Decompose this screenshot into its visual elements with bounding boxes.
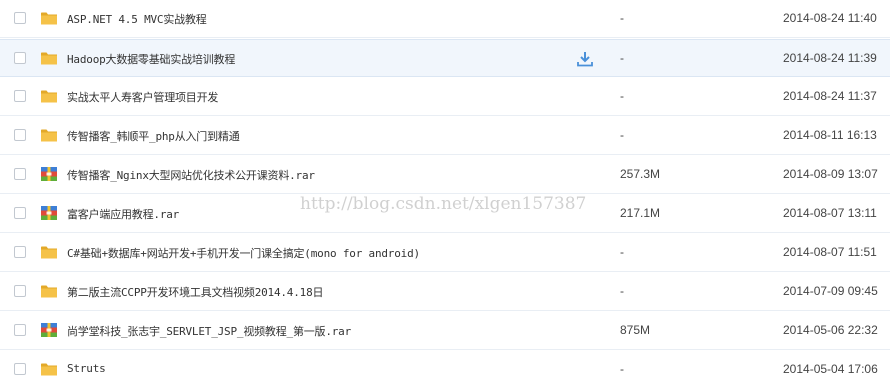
file-row[interactable]: ASP.NET 4.5 MVC实战教程 - 2014-08-24 11:40 xyxy=(0,0,890,38)
file-name[interactable]: 第二版主流CCPP开发环境工具文档视频2014.4.18日 xyxy=(67,284,323,300)
row-checkbox[interactable] xyxy=(14,246,26,258)
file-name[interactable]: 富客户端应用教程.rar xyxy=(67,206,179,222)
file-name[interactable]: 尚学堂科技_张志宇_SERVLET_JSP_视频教程_第一版.rar xyxy=(67,323,351,339)
row-checkbox[interactable] xyxy=(14,324,26,336)
file-name[interactable]: 传智播客_韩顺平_php从入门到精通 xyxy=(67,128,240,144)
folder-icon xyxy=(41,285,57,298)
file-date: 2014-07-09 09:45 xyxy=(783,284,878,298)
row-checkbox[interactable] xyxy=(14,363,26,375)
row-checkbox[interactable] xyxy=(14,285,26,297)
file-row[interactable]: 传智播客_韩顺平_php从入门到精通 - 2014-08-11 16:13 xyxy=(0,117,890,155)
row-checkbox[interactable] xyxy=(14,12,26,24)
row-checkbox[interactable] xyxy=(14,90,26,102)
file-name[interactable]: 实战太平人寿客户管理项目开发 xyxy=(67,89,218,105)
file-name[interactable]: 传智播客_Nginx大型网站优化技术公开课资料.rar xyxy=(67,167,315,183)
file-size: 875M xyxy=(620,323,651,337)
file-size: - xyxy=(620,89,624,103)
file-date: 2014-08-07 11:51 xyxy=(783,245,877,259)
folder-icon xyxy=(41,246,57,259)
file-row[interactable]: Struts - 2014-05-04 17:06 xyxy=(0,351,890,388)
file-list: ASP.NET 4.5 MVC实战教程 - 2014-08-24 11:40 H… xyxy=(0,0,890,388)
folder-icon xyxy=(41,52,57,65)
folder-icon xyxy=(41,363,57,376)
file-row[interactable]: 第二版主流CCPP开发环境工具文档视频2014.4.18日 - 2014-07-… xyxy=(0,273,890,311)
file-date: 2014-08-11 16:13 xyxy=(783,128,877,142)
file-row[interactable]: C#基础+数据库+网站开发+手机开发一门课全搞定(mono for androi… xyxy=(0,234,890,272)
row-checkbox[interactable] xyxy=(14,168,26,180)
folder-icon xyxy=(41,129,57,142)
download-icon[interactable] xyxy=(576,51,594,67)
row-checkbox[interactable] xyxy=(14,207,26,219)
file-date: 2014-08-24 11:40 xyxy=(783,11,877,25)
file-name[interactable]: Hadoop大数据零基础实战培训教程 xyxy=(67,51,235,67)
rar-archive-icon xyxy=(41,323,57,337)
file-row[interactable]: 富客户端应用教程.rar 217.1M 2014-08-07 13:11 xyxy=(0,195,890,233)
file-size: - xyxy=(620,11,624,25)
file-name[interactable]: ASP.NET 4.5 MVC实战教程 xyxy=(67,11,207,27)
file-size: - xyxy=(620,284,624,298)
rar-archive-icon xyxy=(41,206,57,220)
file-date: 2014-08-24 11:37 xyxy=(783,89,877,103)
file-size: - xyxy=(620,51,624,65)
file-size: - xyxy=(620,245,624,259)
file-size: 257.3M xyxy=(620,167,661,181)
file-size: 217.1M xyxy=(620,206,661,220)
file-date: 2014-08-09 13:07 xyxy=(783,167,878,181)
file-date: 2014-08-24 11:39 xyxy=(783,51,877,65)
file-size: - xyxy=(620,362,624,376)
file-date: 2014-05-06 22:32 xyxy=(783,323,878,337)
file-size: - xyxy=(620,128,624,142)
row-checkbox[interactable] xyxy=(14,52,26,64)
file-date: 2014-08-07 13:11 xyxy=(783,206,877,220)
file-name[interactable]: C#基础+数据库+网站开发+手机开发一门课全搞定(mono for androi… xyxy=(67,245,420,261)
file-row[interactable]: 传智播客_Nginx大型网站优化技术公开课资料.rar 257.3M 2014-… xyxy=(0,156,890,194)
file-row[interactable]: 尚学堂科技_张志宇_SERVLET_JSP_视频教程_第一版.rar 875M … xyxy=(0,312,890,350)
folder-icon xyxy=(41,12,57,25)
file-name[interactable]: Struts xyxy=(67,362,106,375)
folder-icon xyxy=(41,90,57,103)
file-date: 2014-05-04 17:06 xyxy=(783,362,878,376)
file-row-hovered[interactable]: Hadoop大数据零基础实战培训教程 - 2014-08-24 11:39 xyxy=(0,39,890,77)
row-checkbox[interactable] xyxy=(14,129,26,141)
file-row[interactable]: 实战太平人寿客户管理项目开发 - 2014-08-24 11:37 xyxy=(0,78,890,116)
rar-archive-icon xyxy=(41,167,57,181)
